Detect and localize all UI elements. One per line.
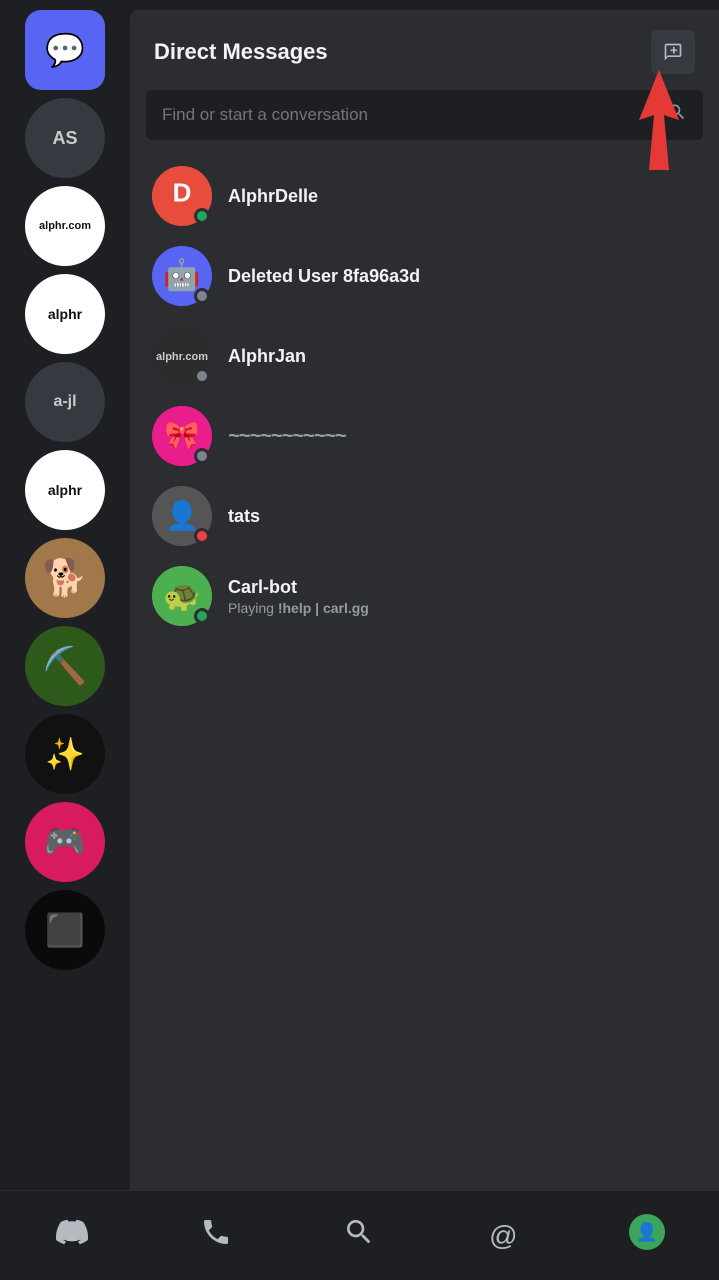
dm-header: Direct Messages — [130, 10, 719, 90]
new-dm-button[interactable] — [651, 30, 695, 74]
server-icon-alphr-white[interactable]: alphr — [25, 274, 105, 354]
nav-profile-icon: 👤 — [629, 1214, 665, 1257]
server-label-black: ⬛ — [45, 911, 85, 949]
conv-info-tats: tats — [228, 506, 260, 527]
nav-mentions-icon: @ — [489, 1220, 517, 1252]
conv-item-deleted-user[interactable]: 🤖 Deleted User 8fa96a3d — [138, 236, 711, 316]
conv-item-tats[interactable]: 👤 tats — [138, 476, 711, 556]
conv-name-alphr-delle: AlphrDelle — [228, 186, 318, 207]
server-icon-alphr-com[interactable]: alphr.com — [25, 186, 105, 266]
dm-home-icon[interactable]: 💬 — [25, 10, 105, 90]
nav-home-icon — [56, 1216, 88, 1255]
search-icon — [667, 102, 687, 128]
server-label-pink: 🎮 — [44, 822, 86, 862]
svg-text:🤖: 🤖 — [163, 257, 200, 292]
server-icon-black[interactable]: ⬛ — [25, 890, 105, 970]
server-icon-as[interactable]: AS — [25, 98, 105, 178]
conv-name-unknown: ~~~~~~~~~~~ — [228, 425, 345, 448]
server-icon-alphr-dark[interactable]: alphr — [25, 450, 105, 530]
dm-panel-wrapper: Direct Messages — [130, 0, 719, 1190]
nav-mentions[interactable]: @ — [463, 1206, 543, 1266]
server-icon-firework[interactable]: ✨ — [25, 714, 105, 794]
svg-text:D: D — [173, 178, 192, 208]
avatar-wrap-tats: 👤 — [152, 486, 212, 546]
search-input[interactable] — [162, 105, 657, 125]
new-dm-icon — [663, 42, 683, 62]
server-sidebar: 💬 AS alphr.com alphr a-jl alphr — [0, 0, 130, 1190]
status-offline-deleted — [194, 288, 210, 304]
server-icon-pink[interactable]: 🎮 — [25, 802, 105, 882]
status-online-carlbot — [194, 608, 210, 624]
nav-activity-icon — [200, 1216, 232, 1255]
nav-activity[interactable] — [176, 1206, 256, 1266]
conv-sub-carlbot: Playing !help | carl.gg — [228, 600, 369, 616]
server-label-alphr-white: alphr — [48, 306, 82, 322]
main-area: 💬 AS alphr.com alphr a-jl alphr — [0, 0, 719, 1190]
server-label-minecraft: ⛏️ — [43, 645, 88, 687]
server-label-firework: ✨ — [45, 735, 85, 773]
dm-icon-symbol: 💬 — [45, 31, 85, 69]
conv-info-unknown: ~~~~~~~~~~~ — [228, 425, 345, 448]
conv-name-alphrjan: AlphrJan — [228, 346, 306, 367]
conversation-list: D AlphrDelle — [130, 156, 719, 1190]
conv-info-deleted: Deleted User 8fa96a3d — [228, 266, 420, 287]
conv-item-alphr-jan[interactable]: alphr.com AlphrJan — [138, 316, 711, 396]
avatar-wrap-carlbot: 🐢 — [152, 566, 212, 626]
avatar-wrap-deleted: 🤖 — [152, 246, 212, 306]
conv-name-tats: tats — [228, 506, 260, 527]
svg-text:👤: 👤 — [165, 499, 200, 532]
svg-text:🎀: 🎀 — [165, 420, 200, 451]
server-label-ajl: a-jl — [53, 393, 76, 411]
conv-info-alphrjan: AlphrJan — [228, 346, 306, 367]
nav-home[interactable] — [32, 1206, 112, 1266]
conv-item-carlbot[interactable]: 🐢 Carl-bot Playing !help | carl.gg — [138, 556, 711, 636]
dm-panel: Direct Messages — [130, 10, 719, 1190]
conv-name-carlbot: Carl-bot — [228, 577, 369, 598]
server-label-alphr-com: alphr.com — [35, 216, 95, 236]
avatar-wrap-alphrjan: alphr.com — [152, 326, 212, 386]
conv-info-carlbot: Carl-bot Playing !help | carl.gg — [228, 577, 369, 616]
svg-text:alphr.com: alphr.com — [156, 351, 208, 363]
app-container: 💬 AS alphr.com alphr a-jl alphr — [0, 0, 719, 1280]
dm-title: Direct Messages — [154, 39, 328, 65]
server-label-dog: 🐕 — [43, 557, 88, 599]
nav-profile[interactable]: 👤 — [607, 1206, 687, 1266]
conv-item-unknown[interactable]: 🎀 ~~~~~~~~~~~ — [138, 396, 711, 476]
svg-text:🐢: 🐢 — [163, 580, 200, 613]
avatar-wrap-alphr-delle: D — [152, 166, 212, 226]
server-icon-ajl[interactable]: a-jl — [25, 362, 105, 442]
server-label-as: AS — [52, 128, 77, 149]
status-dnd-tats — [194, 528, 210, 544]
conv-item-alphr-delle[interactable]: D AlphrDelle — [138, 156, 711, 236]
svg-text:👤: 👤 — [636, 1221, 658, 1242]
server-icon-dog[interactable]: 🐕 — [25, 538, 105, 618]
avatar-wrap-unknown: 🎀 — [152, 406, 212, 466]
search-bar — [146, 90, 703, 140]
conv-info-alphr-delle: AlphrDelle — [228, 186, 318, 207]
status-offline-alphrjan — [194, 368, 210, 384]
bottom-nav: @ 👤 — [0, 1190, 719, 1280]
server-label-alphr-dark: alphr — [48, 482, 82, 498]
status-online-alphr-delle — [194, 208, 210, 224]
nav-search[interactable] — [319, 1206, 399, 1266]
server-icon-minecraft[interactable]: ⛏️ — [25, 626, 105, 706]
status-offline-unknown — [194, 448, 210, 464]
conv-name-deleted: Deleted User 8fa96a3d — [228, 266, 420, 287]
nav-search-icon — [343, 1216, 375, 1255]
